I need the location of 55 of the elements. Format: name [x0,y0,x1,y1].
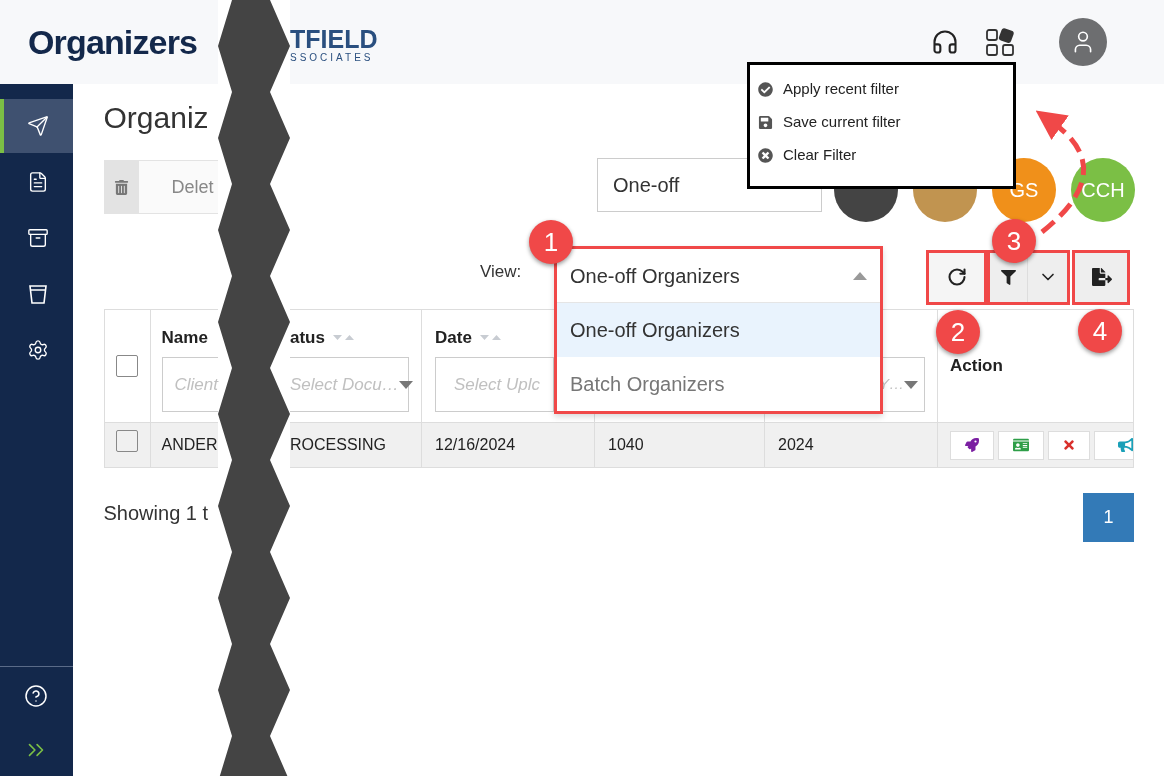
table-cell: 12/16/2024 [422,423,594,467]
caret-icon [904,380,918,389]
page-title: Organiz [103,100,210,136]
table-cell: ANDER [150,423,218,467]
refresh-icon [946,267,967,287]
sidebar-item[interactable] [0,99,73,153]
trash-icon [114,179,130,195]
column-label: Date [435,327,472,350]
caret-icon [398,380,413,389]
annotation-badge: 1 [529,220,573,264]
apps-icon[interactable] [986,27,1016,57]
settings-icon [27,339,50,361]
annotation-badge: 3 [992,219,1036,263]
caret-up-icon [853,271,867,280]
help-icon[interactable] [24,684,49,708]
dropdown-option[interactable]: One-off Organizers [557,303,880,357]
view-label: View: [480,261,523,284]
checkbox[interactable] [116,430,139,452]
logo-subtext: SSOCIATES [290,52,375,64]
column-label: atus [290,327,325,350]
megaphone-icon [1118,437,1133,453]
send-icon [27,115,50,137]
bucket-icon [29,284,48,304]
close-icon [1062,438,1076,452]
rocket-button[interactable] [950,430,994,460]
delete-button[interactable]: Delet [103,160,218,214]
column-label: Action [950,355,1003,378]
archive-icon [27,227,50,249]
menu-item[interactable]: Apply recent filter [758,78,1013,100]
logo-text: TFIELD [290,26,378,52]
table-summary: Showing 1 t [103,501,210,526]
id-card-button[interactable] [998,430,1044,460]
rocket-icon [965,438,979,452]
annotation-frame [1072,250,1130,305]
view-select[interactable]: One-off Organizers [557,249,880,303]
checkbox[interactable] [116,355,139,377]
delete-row-button[interactable] [1048,430,1090,460]
menu-item[interactable]: Save current filter [758,111,1013,133]
id-card-icon [1013,437,1029,453]
column-label: Name [161,327,208,350]
export-button[interactable] [1075,252,1128,302]
table-cell: ROCESSING [290,423,421,467]
table-cell: 1040 [595,423,764,467]
megaphone-button[interactable] [1094,430,1133,460]
app-title: Organizers [28,21,198,63]
dropdown-option[interactable]: Batch Organizers [557,357,880,411]
avatar[interactable] [1059,18,1107,66]
save-icon [758,114,773,130]
export-icon [1091,267,1112,287]
table-cell: 2024 [765,423,937,467]
clear-icon [758,147,773,163]
page-button[interactable]: 1 [1083,493,1134,542]
filter-icon [1001,269,1016,285]
headset-icon[interactable] [931,28,959,56]
annotation-frame [926,250,987,305]
